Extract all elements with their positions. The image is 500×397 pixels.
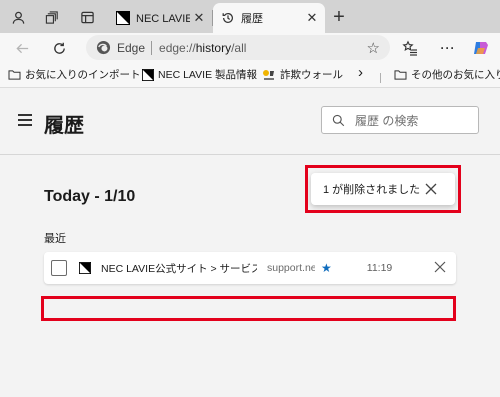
page-title: 履歴 — [44, 115, 84, 137]
history-entry-title[interactable]: NEC LAVIE公式サイト > サービス＆サポート — [101, 261, 257, 276]
favorite-label: お気に入りのインポート — [25, 69, 141, 81]
history-entry-domain: support.nec-lavie.jp — [267, 262, 315, 274]
toast-highlight-box — [305, 165, 461, 213]
url-scheme: edge:// — [159, 40, 196, 55]
new-tab-icon[interactable]: + — [327, 6, 351, 28]
tab-actions-icon[interactable] — [75, 6, 99, 28]
favorite-label: 詐欺ウォール — [280, 69, 343, 81]
favorite-label: NEC LAVIE 製品情報 — [158, 69, 257, 81]
favorites-overflow-chevron-icon[interactable]: › — [358, 64, 363, 81]
favorites-icon[interactable] — [399, 37, 421, 59]
search-icon — [332, 114, 345, 126]
refresh-icon[interactable] — [48, 37, 70, 59]
nec-favicon — [116, 11, 130, 25]
address-separator — [151, 40, 153, 55]
history-page: 履歴 履歴 の検索 Today - 1/10 最近 NEC LAVIE公式サイト… — [0, 88, 500, 397]
nec-favicon — [142, 68, 154, 81]
copilot-icon[interactable] — [470, 37, 492, 59]
favorite-nec-lavie[interactable]: NEC LAVIE 製品情報 — [142, 67, 257, 82]
add-favorite-star-icon[interactable]: ☆ — [367, 39, 380, 57]
tab-title: NEC LAVIE公式 — [136, 13, 190, 25]
date-heading: Today - 1/10 — [44, 188, 136, 205]
url-host: history — [195, 40, 232, 55]
toolbar: Edge edge://history/all ☆ ··· — [0, 33, 500, 62]
favorites-bar: お気に入りのインポート NEC LAVIE 製品情報 詐欺ウォール › その他の… — [0, 62, 500, 88]
favorite-label: その他のお気に入り — [411, 69, 500, 81]
url-path: /all — [231, 40, 247, 55]
history-icon — [222, 12, 233, 23]
tab-history[interactable]: 履歴 ✕ — [213, 3, 325, 33]
search-input[interactable]: 履歴 の検索 — [321, 106, 479, 134]
profile-icon[interactable] — [6, 6, 30, 28]
favorite-other[interactable]: その他のお気に入り — [394, 67, 500, 82]
tab-strip: NEC LAVIE公式 ✕ 履歴 ✕ + — [0, 0, 500, 33]
history-header: 履歴 履歴 の検索 — [0, 88, 500, 155]
edge-logo-icon — [96, 40, 111, 55]
tab-nec-lavie[interactable]: NEC LAVIE公式 ✕ — [108, 3, 212, 33]
close-tab-icon[interactable]: ✕ — [190, 10, 208, 26]
folder-icon — [394, 70, 407, 80]
history-row[interactable]: NEC LAVIE公式サイト > サービス＆サポート support.nec-l… — [44, 252, 456, 284]
back-icon[interactable] — [11, 37, 33, 59]
folder-icon — [8, 70, 21, 80]
row-checkbox[interactable] — [51, 260, 67, 276]
browser-brand: Edge — [117, 40, 146, 55]
menu-icon[interactable] — [18, 114, 32, 126]
delete-entry-close-icon[interactable] — [433, 260, 447, 274]
more-options-icon[interactable]: ··· — [437, 37, 459, 59]
favorite-star-icon: ★ — [321, 261, 332, 275]
close-tab-icon[interactable]: ✕ — [303, 10, 321, 26]
favorites-separator — [380, 73, 381, 83]
empty-row-highlight-box — [41, 296, 456, 321]
tab-title: 履歴 — [241, 13, 263, 25]
nec-favicon — [79, 262, 91, 274]
section-label: 最近 — [44, 233, 66, 245]
address-bar[interactable]: Edge edge://history/all ☆ — [86, 35, 390, 60]
favorite-import[interactable]: お気に入りのインポート — [8, 67, 141, 82]
history-entry-time: 11:19 — [366, 262, 393, 274]
workspaces-icon[interactable] — [40, 6, 64, 28]
search-placeholder: 履歴 の検索 — [355, 113, 419, 128]
favorite-scam-wall[interactable]: 詐欺ウォール — [262, 67, 343, 82]
scam-wall-icon — [263, 69, 274, 80]
